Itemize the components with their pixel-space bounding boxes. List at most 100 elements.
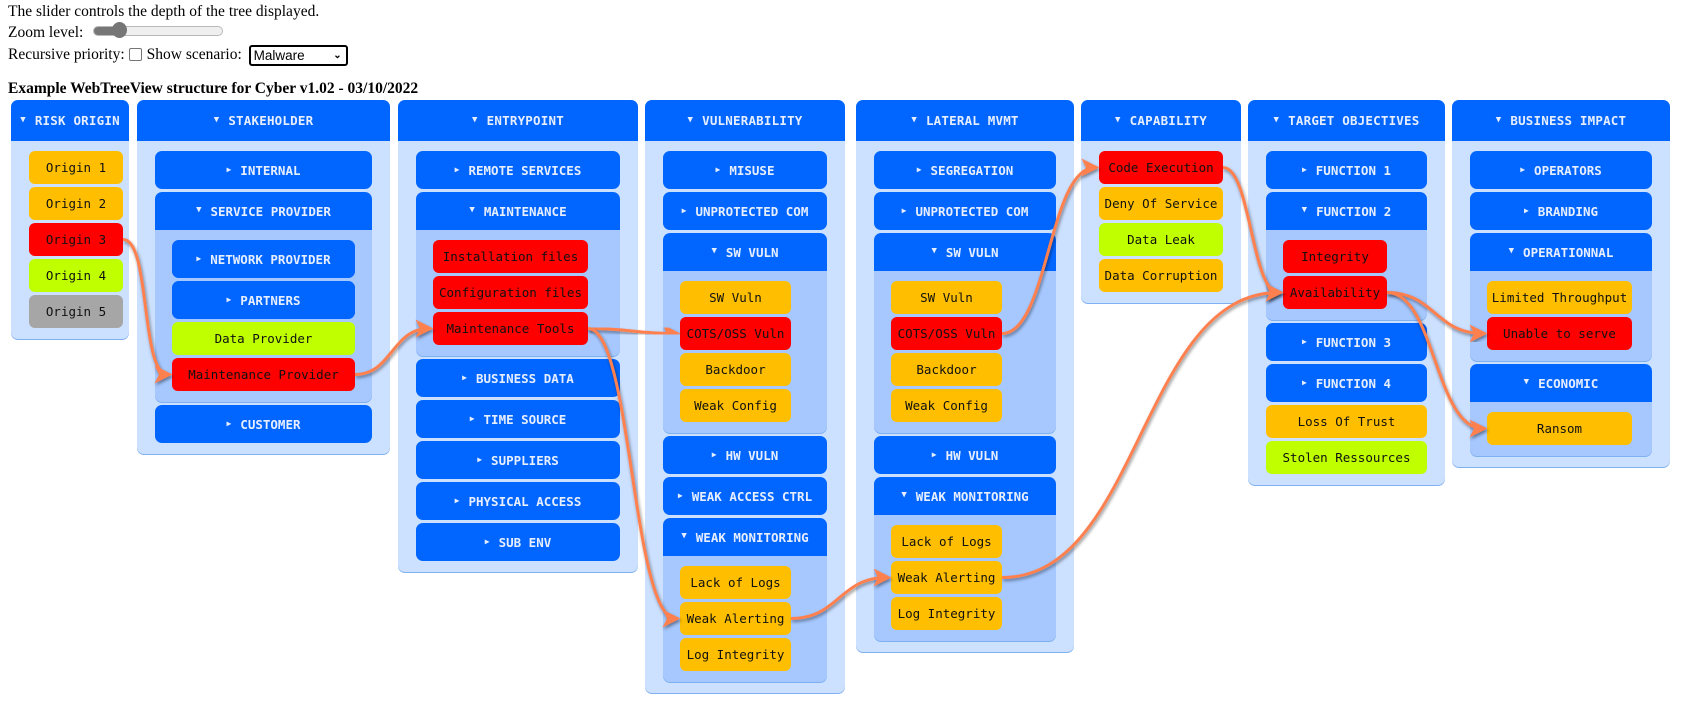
leaf-stolen-ressources[interactable]: Stolen Ressources [1266, 441, 1427, 474]
group-header-economic[interactable]: ▼ ECONOMIC [1470, 364, 1652, 402]
group-label: OPERATORS [1534, 162, 1602, 178]
group-header-function-1[interactable]: ▶ FUNCTION 1 [1266, 151, 1427, 189]
group-label: UNPROTECTED COM [695, 203, 809, 219]
chevron-down-icon: ⌄ [333, 50, 342, 61]
leaf-cots-oss-vuln[interactable]: COTS/OSS Vuln [680, 317, 791, 350]
group-header-partners[interactable]: ▶ PARTNERS [172, 281, 355, 319]
leaf-origin-3[interactable]: Origin 3 [29, 223, 123, 256]
group-header-function-2[interactable]: ▼ FUNCTION 2 [1266, 192, 1427, 230]
caret-right-icon: ▶ [711, 449, 717, 459]
group-header-customer[interactable]: ▶ CUSTOMER [155, 405, 372, 443]
leaf-maintenance-provider[interactable]: Maintenance Provider [172, 358, 355, 391]
leaf-data-leak[interactable]: Data Leak [1099, 223, 1223, 256]
leaf-lack-of-logs[interactable]: Lack of Logs [680, 566, 791, 599]
leaf-backdoor[interactable]: Backdoor [680, 353, 791, 386]
column-header-vulnerability[interactable]: ▼ VULNERABILITY [645, 100, 845, 141]
group-header-time-source[interactable]: ▶ TIME SOURCE [416, 400, 620, 438]
leaf-origin-5[interactable]: Origin 5 [29, 295, 123, 328]
leaf-backdoor[interactable]: Backdoor [891, 353, 1002, 386]
group-header-unprotected-com[interactable]: ▶ UNPROTECTED COM [663, 192, 827, 230]
column-header-capability[interactable]: ▼ CAPABILITY [1081, 100, 1241, 141]
group-header-physical-access[interactable]: ▶ PHYSICAL ACCESS [416, 482, 620, 520]
leaf-limited-throughput[interactable]: Limited Throughput [1487, 281, 1632, 314]
group-header-operators[interactable]: ▶ OPERATORS [1470, 151, 1652, 189]
leaf-sw-vuln[interactable]: SW Vuln [680, 281, 791, 314]
leaf-unable-to-serve[interactable]: Unable to serve [1487, 317, 1632, 350]
group-label: TIME SOURCE [483, 411, 567, 427]
leaf-weak-alerting[interactable]: Weak Alerting [891, 561, 1002, 594]
group-header-function-4[interactable]: ▶ FUNCTION 4 [1266, 364, 1427, 402]
group-header-hw-vuln[interactable]: ▶ HW VULN [874, 436, 1056, 474]
group-children: SW Vuln COTS/OSS Vuln Backdoor Weak Config [874, 271, 1056, 433]
column-header-target-objectives[interactable]: ▼ TARGET OBJECTIVES [1248, 100, 1445, 141]
group-header-sw-vuln[interactable]: ▼ SW VULN [663, 233, 827, 271]
group-header-maintenance[interactable]: ▼ MAINTENANCE [416, 192, 620, 230]
group-header-sub-env[interactable]: ▶ SUB ENV [416, 523, 620, 561]
leaf-weak-alerting[interactable]: Weak Alerting [680, 602, 791, 635]
group-header-business-data[interactable]: ▶ BUSINESS DATA [416, 359, 620, 397]
group-header-weak-access-ctrl[interactable]: ▶ WEAK ACCESS CTRL [663, 477, 827, 515]
leaf-lack-of-logs[interactable]: Lack of Logs [891, 525, 1002, 558]
leaf-code-execution[interactable]: Code Execution [1099, 151, 1223, 184]
zoom-slider[interactable] [93, 22, 224, 39]
leaf-data-corruption[interactable]: Data Corruption [1099, 259, 1223, 292]
leaf-weak-config[interactable]: Weak Config [891, 389, 1002, 422]
leaf-integrity[interactable]: Integrity [1283, 240, 1387, 273]
leaf-configuration-files[interactable]: Configuration files [433, 276, 588, 309]
leaf-sw-vuln[interactable]: SW Vuln [891, 281, 1002, 314]
group-header-operationnal[interactable]: ▼ OPERATIONNAL [1470, 233, 1652, 271]
caret-down-icon: ▼ [911, 114, 917, 125]
caret-right-icon: ▶ [931, 449, 937, 459]
group-label: INTERNAL [240, 162, 301, 178]
group-header-internal[interactable]: ▶ INTERNAL [155, 151, 372, 189]
group-sw-vuln: ▼ SW VULN SW Vuln COTS/OSS Vuln Backdoor Weak… [874, 233, 1056, 433]
column-title: ENTRYPOINT [486, 113, 564, 128]
group-label: CUSTOMER [240, 416, 301, 432]
group-header-branding[interactable]: ▶ BRANDING [1470, 192, 1652, 230]
leaf-log-integrity[interactable]: Log Integrity [680, 638, 791, 671]
leaf-ransom[interactable]: Ransom [1487, 412, 1632, 445]
leaf-origin-2[interactable]: Origin 2 [29, 187, 123, 220]
group-header-segregation[interactable]: ▶ SEGREGATION [874, 151, 1056, 189]
leaf-deny-of-service[interactable]: Deny Of Service [1099, 187, 1223, 220]
leaf-data-provider[interactable]: Data Provider [172, 322, 355, 355]
column-header-risk-origin[interactable]: ▼ RISK ORIGIN [11, 100, 129, 141]
group-economic: ▼ ECONOMIC Ransom [1470, 364, 1652, 456]
group-header-weak-monitoring[interactable]: ▼ WEAK MONITORING [874, 477, 1056, 515]
leaf-availability[interactable]: Availability [1283, 276, 1387, 309]
caret-down-icon: ▼ [901, 490, 907, 500]
leaf-loss-of-trust[interactable]: Loss Of Trust [1266, 405, 1427, 438]
group-branding: ▶ BRANDING [1470, 192, 1652, 230]
column-header-lateral-mvmt[interactable]: ▼ LATERAL MVMT [856, 100, 1074, 141]
column-header-business-impact[interactable]: ▼ BUSINESS IMPACT [1452, 100, 1670, 141]
zoom-slider-thumb[interactable] [111, 22, 127, 39]
column-title: LATERAL MVMT [925, 113, 1019, 128]
group-header-service-provider[interactable]: ▼ SERVICE PROVIDER [155, 192, 372, 230]
group-header-function-3[interactable]: ▶ FUNCTION 3 [1266, 323, 1427, 361]
group-header-remote-services[interactable]: ▶ REMOTE SERVICES [416, 151, 620, 189]
group-header-misuse[interactable]: ▶ MISUSE [663, 151, 827, 189]
leaf-origin-1[interactable]: Origin 1 [29, 151, 123, 184]
group-function-3: ▶ FUNCTION 3 [1266, 323, 1427, 361]
leaf-installation-files[interactable]: Installation files [433, 240, 588, 273]
leaf-maintenance-tools[interactable]: Maintenance Tools [433, 312, 588, 345]
leaf-weak-config[interactable]: Weak Config [680, 389, 791, 422]
group-header-sw-vuln[interactable]: ▼ SW VULN [874, 233, 1056, 271]
column-header-stakeholder[interactable]: ▼ STAKEHOLDER [137, 100, 390, 141]
leaf-origin-4[interactable]: Origin 4 [29, 259, 123, 292]
scenario-select[interactable]: Malware ⌄ [248, 45, 348, 66]
caret-right-icon: ▶ [196, 253, 202, 263]
leaf-cots-oss-vuln[interactable]: COTS/OSS Vuln [891, 317, 1002, 350]
group-header-hw-vuln[interactable]: ▶ HW VULN [663, 436, 827, 474]
column-header-entrypoint[interactable]: ▼ ENTRYPOINT [398, 100, 638, 141]
column-body: ▶ MISUSE ▶ UNPROTECTED COM ▼ SW VULN SW Vuln CO… [645, 141, 845, 693]
group-header-network-provider[interactable]: ▶ NETWORK PROVIDER [172, 240, 355, 278]
group-unprotected-com: ▶ UNPROTECTED COM [663, 192, 827, 230]
group-header-unprotected-com[interactable]: ▶ UNPROTECTED COM [874, 192, 1056, 230]
group-header-weak-monitoring[interactable]: ▼ WEAK MONITORING [663, 518, 827, 556]
group-label: FUNCTION 1 [1315, 162, 1392, 178]
group-header-suppliers[interactable]: ▶ SUPPLIERS [416, 441, 620, 479]
recursive-priority-checkbox[interactable] [128, 47, 142, 61]
leaf-log-integrity[interactable]: Log Integrity [891, 597, 1002, 630]
group-remote-services: ▶ REMOTE SERVICES [416, 151, 620, 189]
